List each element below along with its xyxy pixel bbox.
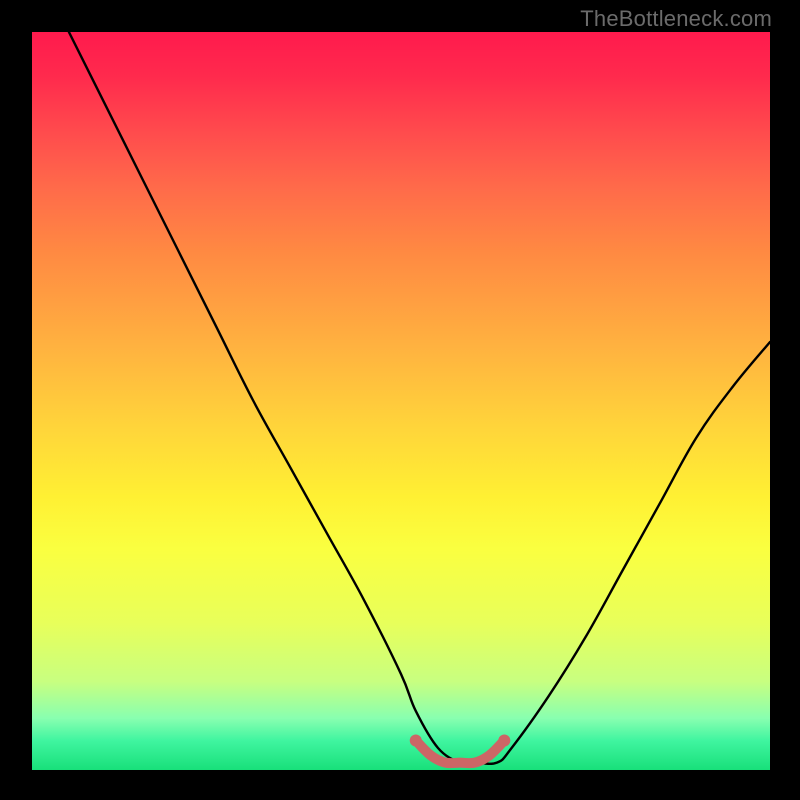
chart-canvas: TheBottleneck.com [0,0,800,800]
watermark-text: TheBottleneck.com [580,6,772,32]
plot-area [32,32,770,770]
bottleneck-curve [69,32,770,764]
chart-svg [32,32,770,770]
optimal-zone [410,734,511,763]
